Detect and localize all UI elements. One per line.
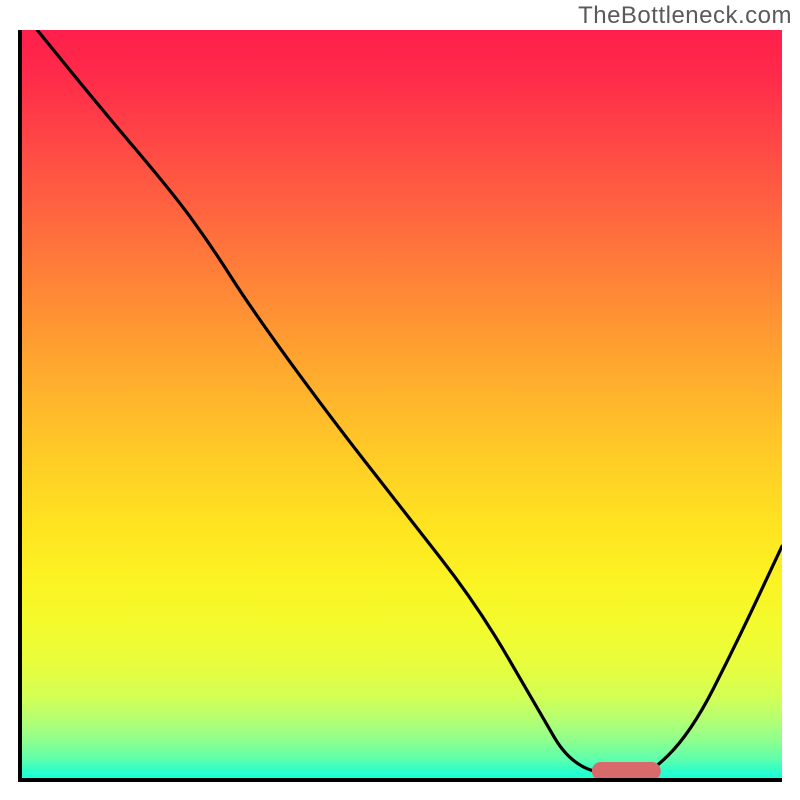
bottleneck-chart — [18, 30, 782, 782]
curve-svg — [22, 30, 782, 778]
plot-area — [18, 30, 782, 782]
bottleneck-curve-path — [37, 30, 782, 778]
optimal-range-marker — [592, 762, 660, 780]
watermark-text: TheBottleneck.com — [578, 2, 792, 30]
